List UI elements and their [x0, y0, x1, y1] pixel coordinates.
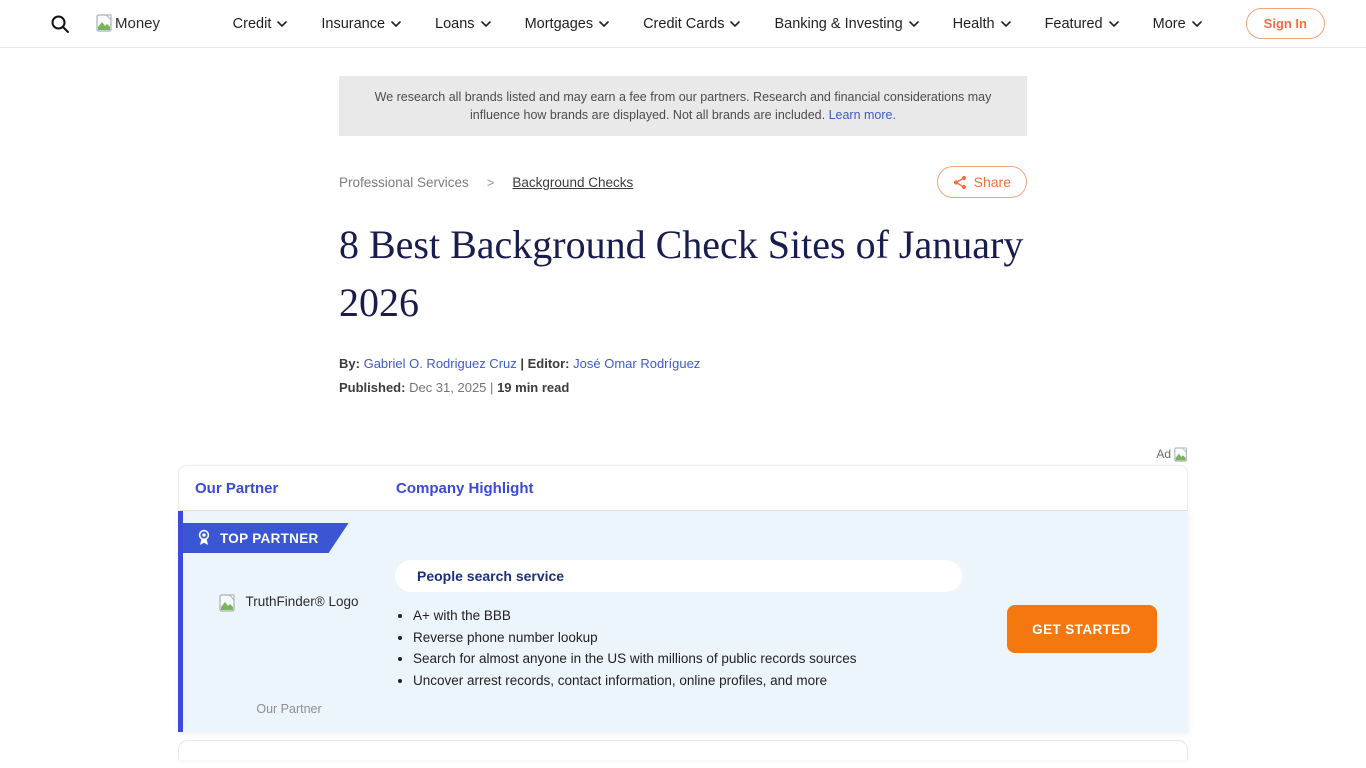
top-partner-badge: TOP PARTNER: [183, 523, 349, 553]
nav-label: Mortgages: [525, 16, 594, 32]
published-date: Dec 31, 2025: [409, 380, 486, 395]
chevron-down-icon: [909, 21, 919, 27]
chevron-down-icon: [730, 21, 740, 27]
share-label: Share: [974, 174, 1011, 190]
page-title: 8 Best Background Check Sites of January…: [339, 216, 1027, 332]
learn-more-link[interactable]: Learn more.: [829, 108, 896, 122]
broken-image-icon: [96, 14, 113, 33]
chevron-down-icon: [1001, 21, 1011, 27]
breadcrumb: Professional Services > Background Check…: [339, 175, 633, 190]
award-ribbon-icon: [197, 529, 211, 547]
nav-item-more[interactable]: More: [1153, 16, 1202, 32]
byline: By: Gabriel O. Rodriguez Cruz | Editor: …: [339, 356, 1027, 371]
highlight-bullet: Search for almost anyone in the US with …: [413, 648, 975, 670]
nav-item-credit[interactable]: Credit: [233, 16, 288, 32]
chevron-down-icon: [1109, 21, 1119, 27]
truthfinder-logo[interactable]: TruthFinder® Logo: [219, 594, 358, 613]
chevron-down-icon: [277, 21, 287, 27]
nav-item-mortgages[interactable]: Mortgages: [525, 16, 610, 32]
chevron-down-icon: [599, 21, 609, 27]
disclosure-text: We research all brands listed and may ea…: [375, 90, 992, 122]
nav-label: Featured: [1045, 16, 1103, 32]
chevron-down-icon: [391, 21, 401, 27]
column-header-company-highlight: Company Highlight: [396, 480, 534, 497]
breadcrumb-professional-services[interactable]: Professional Services: [339, 175, 469, 190]
published-prefix: Published:: [339, 380, 405, 395]
read-time: 19 min read: [497, 380, 569, 395]
advertiser-disclosure: We research all brands listed and may ea…: [339, 76, 1027, 136]
highlight-bullet: A+ with the BBB: [413, 605, 975, 627]
company-highlight-column: People search service A+ with the BBB Re…: [395, 511, 975, 732]
highlight-bullet: Reverse phone number lookup: [413, 627, 975, 649]
our-partner-caption: Our Partner: [256, 702, 321, 716]
get-started-button[interactable]: GET STARTED: [1007, 605, 1157, 653]
service-category-pill: People search service: [395, 560, 962, 592]
money-logo[interactable]: Money: [96, 14, 160, 33]
column-header-our-partner: Our Partner: [195, 480, 396, 497]
ad-label: Ad: [1156, 447, 1171, 461]
sign-in-button[interactable]: Sign In: [1246, 8, 1325, 39]
highlight-bullet: Uncover arrest records, contact informat…: [413, 670, 975, 692]
chevron-down-icon: [1192, 21, 1202, 27]
nav-item-health[interactable]: Health: [953, 16, 1011, 32]
nav-label: Credit: [233, 16, 272, 32]
breadcrumb-separator: >: [487, 175, 495, 190]
next-card-top-edge: [178, 740, 1188, 760]
breadcrumb-background-checks[interactable]: Background Checks: [512, 175, 633, 190]
search-icon[interactable]: [50, 14, 70, 34]
nav-item-insurance[interactable]: Insurance: [321, 16, 401, 32]
editor-prefix: | Editor:: [520, 356, 569, 371]
top-navigation: Money Credit Insurance Loans Mortgages C…: [0, 0, 1366, 48]
chevron-down-icon: [481, 21, 491, 27]
nav-item-banking-investing[interactable]: Banking & Investing: [774, 16, 918, 32]
nav-label: Insurance: [321, 16, 385, 32]
breadcrumb-row: Professional Services > Background Check…: [339, 166, 1027, 198]
broken-image-icon: [219, 594, 236, 613]
top-partner-label: TOP PARTNER: [220, 531, 319, 546]
share-button[interactable]: Share: [937, 166, 1027, 198]
nav-label: Banking & Investing: [774, 16, 902, 32]
editor-link[interactable]: José Omar Rodríguez: [573, 356, 700, 371]
author-link[interactable]: Gabriel O. Rodriguez Cruz: [364, 356, 517, 371]
ad-slot: Ad: [178, 447, 1188, 465]
by-prefix: By:: [339, 356, 360, 371]
nav-item-loans[interactable]: Loans: [435, 16, 491, 32]
pipe-separator: |: [490, 380, 493, 395]
cta-column: GET STARTED: [975, 511, 1188, 732]
nav-label: More: [1153, 16, 1186, 32]
nav-item-credit-cards[interactable]: Credit Cards: [643, 16, 740, 32]
nav-label: Credit Cards: [643, 16, 724, 32]
partner-table-header: Our Partner Company Highlight: [178, 465, 1188, 511]
highlight-bullet-list: A+ with the BBB Reverse phone number loo…: [395, 605, 975, 691]
partner-row-truthfinder: TOP PARTNER TruthFinder® Logo Our Partne…: [178, 511, 1188, 732]
broken-image-icon: [1174, 447, 1188, 463]
published-line: Published: Dec 31, 2025 | 19 min read: [339, 380, 1027, 395]
logo-alt-text: Money: [115, 15, 160, 32]
nav-label: Health: [953, 16, 995, 32]
primary-nav: Credit Insurance Loans Mortgages Credit …: [233, 16, 1202, 32]
share-icon: [953, 175, 967, 190]
nav-item-featured[interactable]: Featured: [1045, 16, 1119, 32]
truthfinder-logo-alt: TruthFinder® Logo: [245, 594, 358, 609]
nav-label: Loans: [435, 16, 475, 32]
